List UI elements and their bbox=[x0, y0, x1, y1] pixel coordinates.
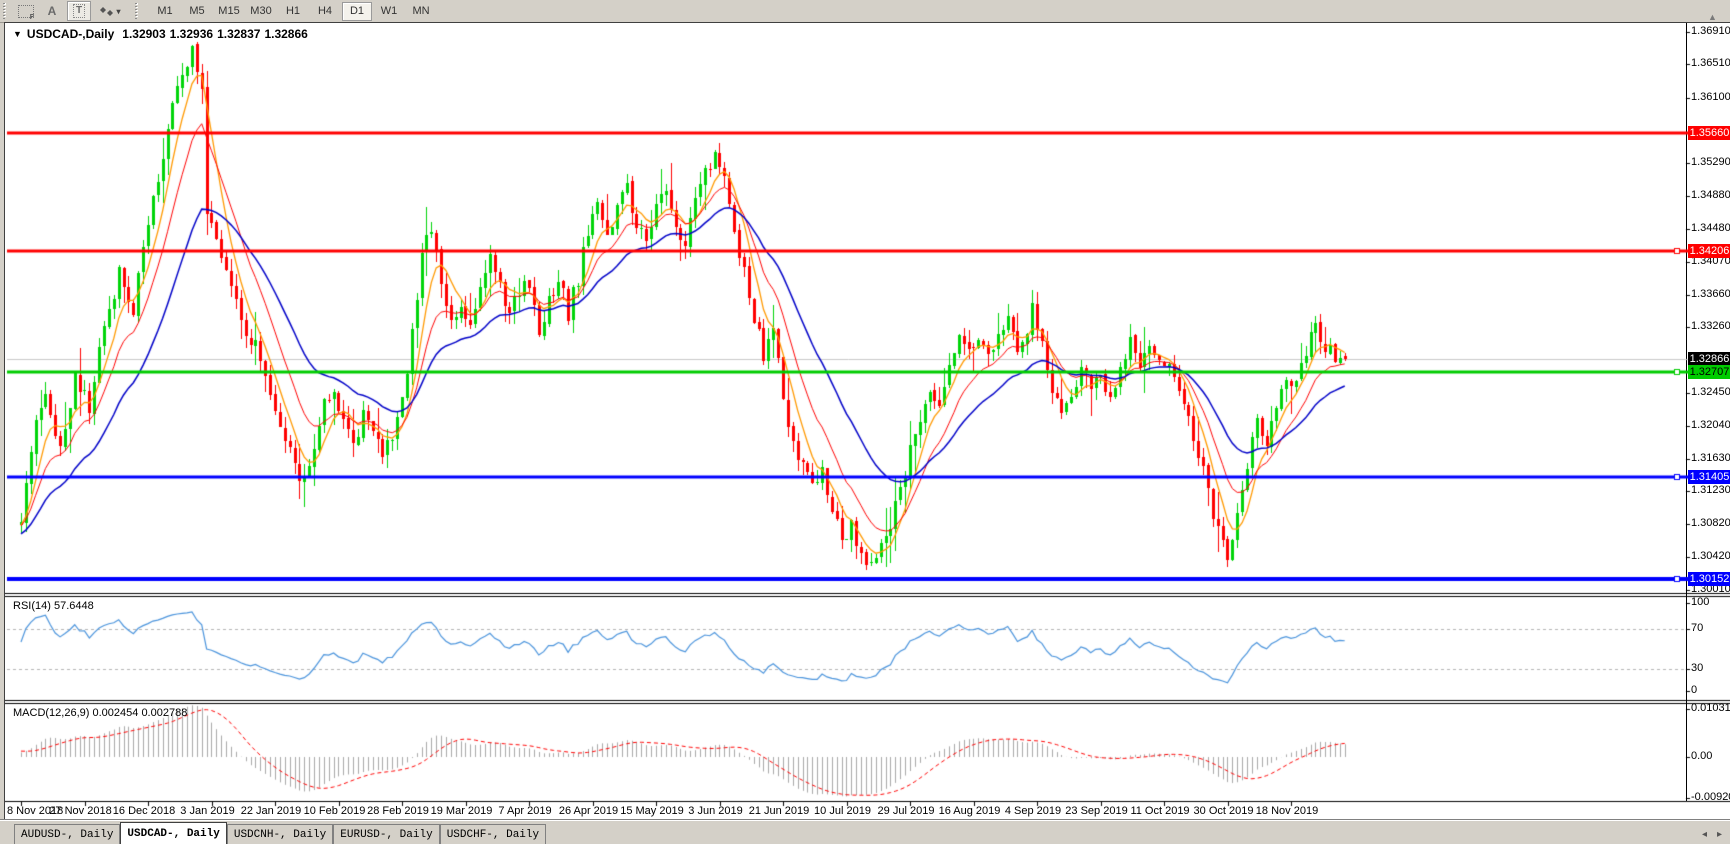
text-a-icon[interactable]: A bbox=[41, 2, 63, 20]
chart-tab-usdcnh[interactable]: USDCNH-, Daily bbox=[227, 824, 333, 844]
timeframe-button-m30[interactable]: M30 bbox=[246, 2, 276, 21]
date-tick-label: 10 Jul 2019 bbox=[814, 805, 871, 817]
price-tick-label: 1.34880 bbox=[1691, 189, 1730, 201]
chart-tab-bar: AUDUSD-, DailyUSDCAD-, DailyUSDCNH-, Dai… bbox=[0, 819, 1730, 844]
price-tick-label: 1.31230 bbox=[1691, 484, 1730, 496]
price-tick-label: 1.36100 bbox=[1691, 91, 1730, 103]
price-tick-label: 1.33260 bbox=[1691, 320, 1730, 332]
price-tick-label: 1.35290 bbox=[1691, 156, 1730, 168]
price-tick-label: 1.36910 bbox=[1691, 25, 1730, 37]
timeframe-button-group: M1M5M15M30H1H4D1W1MN bbox=[149, 2, 437, 21]
current-price-label: 1.32866 bbox=[1688, 352, 1730, 366]
date-tick-label: 18 Nov 2019 bbox=[1256, 805, 1318, 817]
date-tick-label: 23 Sep 2019 bbox=[1065, 805, 1127, 817]
dropdown-arrow-icon: ▾ bbox=[116, 7, 120, 16]
arrows-glyph bbox=[99, 5, 115, 18]
timeframe-button-m5[interactable]: M5 bbox=[182, 2, 212, 21]
date-tick-label: 19 Mar 2019 bbox=[431, 805, 493, 817]
hline-price-label: 1.32707 bbox=[1688, 365, 1730, 379]
date-tick-label: 29 Jul 2019 bbox=[878, 805, 935, 817]
date-tick-label: 22 Jan 2019 bbox=[241, 805, 302, 817]
tab-scroll-left-icon[interactable]: ◂ bbox=[1702, 829, 1707, 840]
pattern-fill-glyph: F bbox=[18, 5, 34, 18]
ohlc-low: 1.32837 bbox=[217, 27, 260, 41]
timeframe-button-d1[interactable]: D1 bbox=[342, 2, 372, 21]
chart-canvas[interactable] bbox=[5, 23, 1730, 819]
macd-indicator-label: MACD(12,26,9) 0.002454 0.002788 bbox=[13, 707, 187, 719]
toolbar-drag-handle-2[interactable] bbox=[135, 3, 139, 19]
text-frame-t-glyph: T bbox=[73, 4, 85, 18]
date-tick-label: 27 Nov 2018 bbox=[49, 805, 111, 817]
top-toolbar: F A T ▾ M1M5M15M30H1H4D1W1MN bbox=[0, 0, 1730, 23]
date-tick-label: 16 Aug 2019 bbox=[939, 805, 1001, 817]
chart-tab-audusd[interactable]: AUDUSD-, Daily bbox=[14, 824, 120, 844]
ohlc-close: 1.32866 bbox=[264, 27, 307, 41]
date-tick-label: 11 Oct 2019 bbox=[1130, 805, 1189, 817]
toolbar-drag-handle[interactable] bbox=[3, 3, 7, 19]
ohlc-high: 1.32936 bbox=[170, 27, 213, 41]
text-a-glyph: A bbox=[48, 4, 57, 18]
tab-scroll-arrows: ◂▸ bbox=[1702, 829, 1722, 840]
pattern-fill-icon[interactable]: F bbox=[15, 2, 37, 20]
timeframe-button-m1[interactable]: M1 bbox=[150, 2, 180, 21]
chart-title: ▼ USDCAD-,Daily 1.32903 1.32936 1.32837 … bbox=[13, 27, 308, 41]
timeframe-button-w1[interactable]: W1 bbox=[374, 2, 404, 21]
price-tick-label: 1.33660 bbox=[1691, 288, 1730, 300]
chart-tab-eurusd[interactable]: EURUSD-, Daily bbox=[333, 824, 439, 844]
date-tick-label: 15 May 2019 bbox=[620, 805, 684, 817]
timeframe-button-mn[interactable]: MN bbox=[406, 2, 436, 21]
date-tick-label: 7 Apr 2019 bbox=[498, 805, 551, 817]
indicator-axis-label: 100 bbox=[1691, 596, 1709, 608]
date-tick-label: 30 Oct 2019 bbox=[1194, 805, 1254, 817]
indicator-axis-label: 0 bbox=[1691, 684, 1697, 696]
indicator-axis-label: 30 bbox=[1691, 662, 1703, 674]
indicator-axis-label: 0.010311 bbox=[1691, 702, 1730, 714]
price-tick-label: 1.34480 bbox=[1691, 222, 1730, 234]
tabs-container: AUDUSD-, DailyUSDCAD-, DailyUSDCNH-, Dai… bbox=[0, 820, 546, 844]
indicator-axis-label: -0.009203 bbox=[1691, 791, 1730, 803]
scroll-up-marker-icon: ▲ bbox=[1708, 12, 1717, 22]
chart-tab-usdcad[interactable]: USDCAD-, Daily bbox=[120, 822, 226, 844]
date-tick-label: 3 Jan 2019 bbox=[180, 805, 234, 817]
price-tick-label: 1.30420 bbox=[1691, 550, 1730, 562]
date-tick-label: 4 Sep 2019 bbox=[1005, 805, 1061, 817]
date-tick-label: 16 Dec 2018 bbox=[113, 805, 175, 817]
indicator-axis-label: 70 bbox=[1691, 622, 1703, 634]
symbol-collapse-icon[interactable]: ▼ bbox=[13, 29, 22, 39]
hline-price-label: 1.34206 bbox=[1688, 244, 1730, 258]
price-tick-label: 1.32040 bbox=[1691, 419, 1730, 431]
date-tick-label: 28 Feb 2019 bbox=[367, 805, 429, 817]
tab-scroll-right-icon[interactable]: ▸ bbox=[1717, 829, 1722, 840]
text-frame-t-icon[interactable]: T bbox=[67, 1, 91, 21]
price-tick-label: 1.32450 bbox=[1691, 386, 1730, 398]
rsi-indicator-label: RSI(14) 57.6448 bbox=[13, 600, 94, 612]
timeframe-button-h4[interactable]: H4 bbox=[310, 2, 340, 21]
chart-window: ▼ USDCAD-,Daily 1.32903 1.32936 1.32837 … bbox=[4, 22, 1730, 819]
indicator-axis-label: 0.00 bbox=[1691, 750, 1712, 762]
chart-tab-usdchf[interactable]: USDCHF-, Daily bbox=[440, 824, 546, 844]
hline-price-label: 1.31405 bbox=[1688, 470, 1730, 484]
hline-price-label: 1.30152 bbox=[1688, 572, 1730, 586]
price-tick-label: 1.36510 bbox=[1691, 57, 1730, 69]
symbol-period-label: USDCAD-,Daily bbox=[27, 27, 114, 41]
hline-price-label: 1.35660 bbox=[1688, 126, 1730, 140]
ohlc-open: 1.32903 bbox=[122, 27, 165, 41]
timeframe-button-m15[interactable]: M15 bbox=[214, 2, 244, 21]
date-tick-label: 26 Apr 2019 bbox=[559, 805, 618, 817]
date-tick-label: 10 Feb 2019 bbox=[304, 805, 366, 817]
timeframe-button-h1[interactable]: H1 bbox=[278, 2, 308, 21]
date-tick-label: 3 Jun 2019 bbox=[688, 805, 742, 817]
date-tick-label: 21 Jun 2019 bbox=[749, 805, 810, 817]
price-tick-label: 1.30820 bbox=[1691, 517, 1730, 529]
price-tick-label: 1.31630 bbox=[1691, 452, 1730, 464]
arrow-style-icon[interactable]: ▾ bbox=[95, 2, 125, 20]
